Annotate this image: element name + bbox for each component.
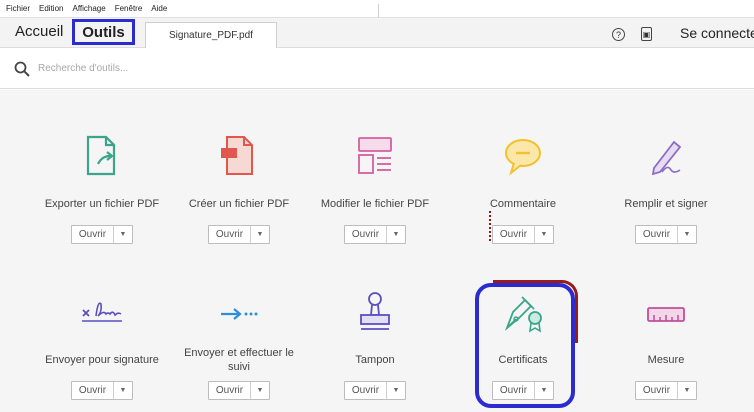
tab-tools-label: Outils [82,23,125,41]
open-button[interactable]: Ouvrir ▼ [635,225,697,244]
chevron-down-icon[interactable]: ▼ [387,382,405,399]
export-pdf-icon [86,135,116,176]
menu-fenetre[interactable]: Fenêtre [115,4,143,13]
menu-fichier[interactable]: Fichier [6,4,30,13]
chevron-down-icon[interactable]: ▼ [114,382,132,399]
tool-label: Envoyer et effectuer le suivi [184,347,294,373]
tab-bar: Accueil Outils Signature_PDF.pdf ? ▣ Se … [0,17,754,48]
signin-link[interactable]: Se connecter [680,25,754,41]
comment-icon [505,139,541,176]
certificates-highlight [475,280,578,408]
tool-label: Modifier le fichier PDF [320,198,430,210]
tab-home[interactable]: Accueil [15,23,63,40]
open-button[interactable]: Ouvrir ▼ [492,225,554,244]
chevron-down-icon[interactable]: ▼ [678,226,696,243]
open-button[interactable]: Ouvrir ▼ [208,225,270,244]
open-button[interactable]: Ouvrir ▼ [344,225,406,244]
menu-edition[interactable]: Edition [39,4,63,13]
chevron-down-icon[interactable]: ▼ [387,226,405,243]
open-button[interactable]: Ouvrir ▼ [344,381,406,400]
tool-label: Envoyer pour signature [45,354,159,366]
open-button[interactable]: Ouvrir ▼ [635,381,697,400]
open-button[interactable]: Ouvrir ▼ [208,381,270,400]
chevron-down-icon[interactable]: ▼ [535,226,553,243]
search-icon [14,61,30,77]
menu-bar: Fichier Edition Affichage Fenêtre Aide [0,0,380,17]
search-input[interactable] [38,59,238,77]
measure-icon [647,307,685,322]
menu-aide[interactable]: Aide [151,4,167,13]
tool-label: Exporter un fichier PDF [44,198,160,210]
search-bar [0,49,754,89]
chevron-down-icon[interactable]: ▼ [114,226,132,243]
tool-create-pdf[interactable]: Créer un fichier PDF Ouvrir ▼ [174,134,304,244]
fill-sign-icon [651,140,682,176]
send-track-icon [221,308,258,320]
tool-export-pdf[interactable]: Exporter un fichier PDF Ouvrir ▼ [37,134,167,244]
edit-pdf-icon [358,137,392,174]
tool-stamp[interactable]: Tampon Ouvrir ▼ [310,290,440,400]
stamp-icon [360,292,390,330]
tab-tools[interactable]: Outils [72,19,135,45]
send-signature-icon [82,302,122,322]
tool-comment[interactable]: Commentaire Ouvrir ▼ [458,134,588,244]
tool-label: Créer un fichier PDF [188,198,290,210]
tool-edit-pdf[interactable]: Modifier le fichier PDF Ouvrir ▼ [310,134,440,244]
tool-label: Mesure [647,354,685,366]
chevron-down-icon[interactable]: ▼ [251,226,269,243]
menu-affichage[interactable]: Affichage [72,4,105,13]
tool-send-signature[interactable]: Envoyer pour signature Ouvrir ▼ [37,290,167,400]
tool-label: Remplir et signer [624,198,708,210]
chevron-down-icon[interactable]: ▼ [251,382,269,399]
tool-send-track[interactable]: Envoyer et effectuer le suivi Ouvrir ▼ [174,290,304,400]
chevron-down-icon[interactable]: ▼ [678,382,696,399]
tool-fill-sign[interactable]: Remplir et signer Ouvrir ▼ [601,134,731,244]
create-pdf-icon [221,136,253,175]
open-button[interactable]: Ouvrir ▼ [71,381,133,400]
tab-document[interactable]: Signature_PDF.pdf [145,22,277,48]
tool-measure[interactable]: Mesure Ouvrir ▼ [601,290,731,400]
mobile-link-icon[interactable]: ▣ [641,27,652,41]
tab-document-label: Signature_PDF.pdf [169,30,253,41]
tool-label: Commentaire [489,198,557,210]
tool-label: Tampon [355,354,395,366]
help-icon[interactable]: ? [612,28,625,41]
menu-divider [378,4,379,17]
open-button[interactable]: Ouvrir ▼ [71,225,133,244]
annotation-marker [489,211,492,241]
